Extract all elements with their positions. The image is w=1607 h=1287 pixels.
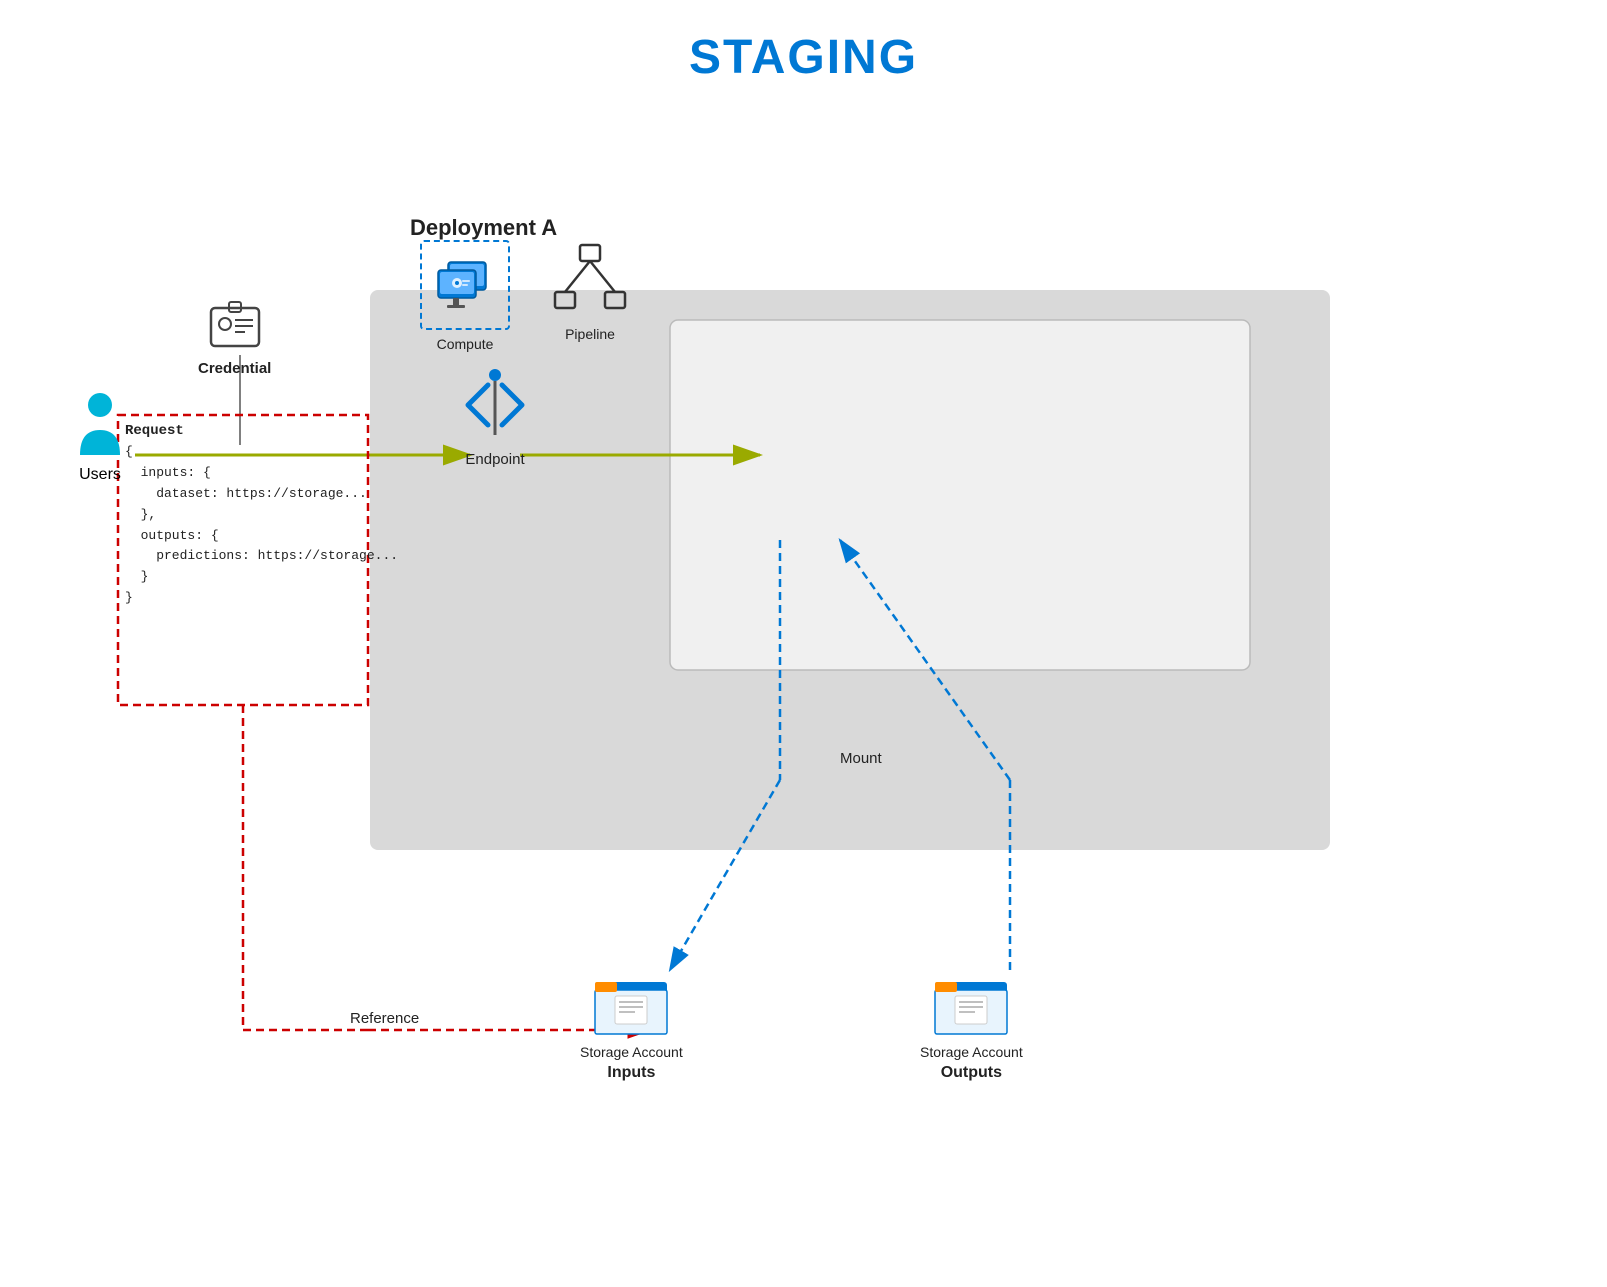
storage-inputs-label: Storage Account [580,1044,683,1060]
pipeline-svg [550,240,630,320]
storage-outputs-sublabel: Outputs [941,1064,1002,1082]
credential-label: Credential [198,360,271,377]
credential-svg [207,300,263,356]
storage-inputs-sublabel: Inputs [607,1064,655,1082]
storage-outputs: Storage Account Outputs [920,970,1023,1082]
mount-label: Mount [840,750,882,767]
compute-svg [430,250,500,320]
compute-label: Compute [437,336,494,352]
diagram-container: Deployment A Users Credential Request { … [50,160,1550,1210]
compute-icon: Compute [420,240,510,352]
reference-label: Reference [350,1010,419,1027]
storage-inputs-svg [591,970,671,1040]
storage-inputs: Storage Account Inputs [580,970,683,1082]
pipeline-label: Pipeline [565,326,615,342]
endpoint-icon: Endpoint [460,365,530,468]
endpoint-label: Endpoint [465,451,524,468]
compute-box [420,240,510,330]
storage-outputs-svg [931,970,1011,1040]
storage-outputs-label: Storage Account [920,1044,1023,1060]
deployment-label: Deployment A [410,215,557,241]
user-figure [70,390,130,460]
credential-icon: Credential [198,300,271,377]
page-title: STAGING [0,0,1607,85]
users-icon: Users [70,390,130,484]
request-body: { inputs: { dataset: https://storage... … [125,442,398,608]
pipeline-icon: Pipeline [550,240,630,342]
request-title: Request [125,420,398,442]
diagram-arrows [50,160,1550,1210]
request-block: Request { inputs: { dataset: https://sto… [125,420,398,609]
users-label: Users [79,466,121,484]
endpoint-svg [460,365,530,445]
